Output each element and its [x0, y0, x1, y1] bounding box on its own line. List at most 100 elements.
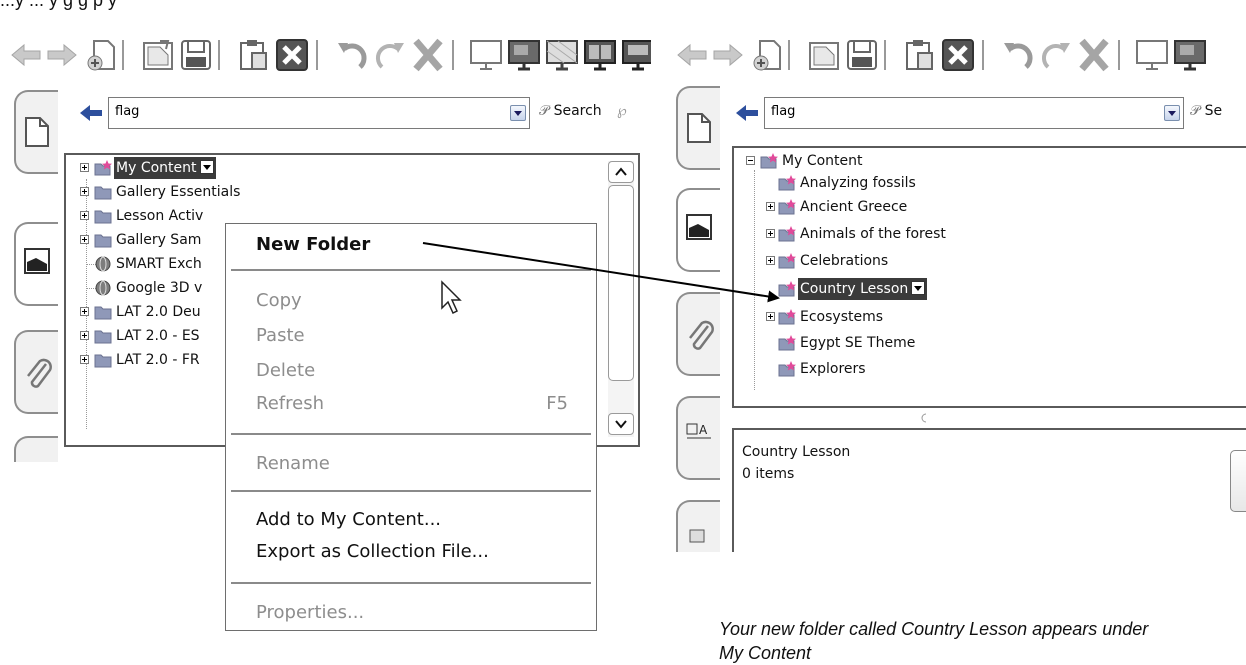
toolbar-separator: [316, 40, 318, 70]
tab-properties[interactable]: A: [676, 396, 720, 480]
expand-icon[interactable]: [80, 355, 89, 364]
right-screenshot: A flag 𝒫 Se My Content Analyzing fossils: [662, 0, 1246, 552]
tab-gallery[interactable]: [676, 188, 720, 272]
back-arrow-icon[interactable]: [2, 36, 41, 72]
tab-gallery[interactable]: [14, 222, 58, 306]
expand-icon[interactable]: [80, 235, 89, 244]
folder-info-title: Country Lesson: [742, 444, 851, 460]
pane-splitter[interactable]: [732, 409, 1246, 427]
redo-icon[interactable]: [366, 36, 404, 72]
menu-item-paste[interactable]: Paste: [256, 325, 305, 346]
close-x-icon[interactable]: [404, 36, 443, 72]
new-page-icon[interactable]: [744, 36, 781, 72]
open-folder-icon[interactable]: [134, 36, 173, 72]
scroll-down-button[interactable]: [608, 413, 634, 435]
open-folder-icon[interactable]: [800, 36, 839, 72]
star-folder-icon: [778, 253, 796, 269]
display-icon[interactable]: [1166, 36, 1206, 72]
menu-item-copy[interactable]: Copy: [256, 290, 302, 311]
tab-page-sorter[interactable]: [676, 86, 720, 170]
scroll-up-button[interactable]: [608, 161, 634, 183]
new-page-icon[interactable]: [78, 36, 115, 72]
expand-icon[interactable]: [766, 256, 775, 265]
tree-node-label: My Content: [114, 157, 216, 179]
screen-shade-icon[interactable]: [462, 36, 502, 72]
expand-icon[interactable]: [80, 187, 89, 196]
search-button[interactable]: 𝒫 Search: [539, 103, 602, 119]
tree-node-label: LAT 2.0 - ES: [116, 328, 200, 344]
display-icon[interactable]: [500, 36, 540, 72]
menu-item-export-collection[interactable]: Export as Collection File...: [256, 541, 489, 562]
tree-node-label: Lesson Activ: [116, 208, 204, 224]
node-dropdown-icon[interactable]: [199, 160, 214, 174]
toolbar-separator: [218, 40, 220, 70]
tree-scrollbar[interactable]: [608, 161, 634, 437]
properties-icon: A: [686, 423, 711, 439]
gallery-icon: [686, 214, 712, 240]
globe-icon: [95, 280, 111, 296]
expand-icon[interactable]: [766, 229, 775, 238]
save-icon[interactable]: [172, 36, 211, 72]
scroll-thumb[interactable]: [608, 185, 634, 381]
tree-node-label: Egypt SE Theme: [800, 335, 916, 351]
collapse-icon[interactable]: [746, 156, 755, 165]
search-input[interactable]: flag: [108, 97, 530, 129]
forward-arrow-icon[interactable]: [704, 36, 743, 72]
undo-icon[interactable]: [328, 36, 367, 72]
screen-shade-icon[interactable]: [1128, 36, 1168, 72]
menu-item-properties[interactable]: Properties...: [256, 602, 364, 623]
folder-icon: [94, 234, 112, 248]
star-folder-icon: [778, 309, 796, 325]
tab-attachments[interactable]: [676, 292, 720, 376]
expand-icon[interactable]: [766, 202, 775, 211]
expand-icon[interactable]: [80, 331, 89, 340]
node-dropdown-icon[interactable]: [911, 281, 926, 295]
close-x-icon[interactable]: [1070, 36, 1109, 72]
undo-icon[interactable]: [994, 36, 1033, 72]
menu-item-refresh[interactable]: Refresh: [256, 393, 324, 414]
search-row: flag 𝒫 Se: [736, 97, 1246, 131]
pin-icon[interactable]: ℘: [617, 103, 627, 119]
menu-item-add-to-my-content[interactable]: Add to My Content...: [256, 509, 441, 530]
search-dropdown-icon[interactable]: [1164, 105, 1180, 121]
tree-node-label: LAT 2.0 - FR: [116, 352, 200, 368]
context-menu: New Folder Copy Paste Delete Refresh F5 …: [225, 223, 597, 631]
menu-item-rename[interactable]: Rename: [256, 453, 330, 474]
caption-line-2: My Content: [719, 643, 812, 663]
menu-item-new-folder[interactable]: New Folder: [256, 234, 370, 255]
folder-icon: [94, 306, 112, 320]
menu-item-delete[interactable]: Delete: [256, 360, 315, 381]
back-arrow-icon[interactable]: [668, 36, 707, 72]
expand-icon[interactable]: [766, 312, 775, 321]
search-back-icon[interactable]: [80, 103, 102, 123]
tree-node-label: SMART Exch: [116, 256, 202, 272]
expand-icon[interactable]: [80, 211, 89, 220]
transparent-display-icon[interactable]: [538, 36, 578, 72]
paste-icon[interactable]: [230, 36, 267, 72]
search-row: flag 𝒫 Search ℘: [80, 97, 651, 131]
expand-icon[interactable]: [80, 163, 89, 172]
tree-node-label: My Content: [782, 153, 863, 169]
search-input-value: flag: [771, 104, 796, 119]
search-button[interactable]: 𝒫 Se: [1190, 103, 1222, 119]
expand-icon[interactable]: [80, 307, 89, 316]
delete-x-icon[interactable]: [268, 36, 308, 72]
search-dropdown-icon[interactable]: [510, 105, 526, 121]
tab-properties[interactable]: A: [14, 436, 58, 462]
tree-node-label: LAT 2.0 Deu: [116, 304, 201, 320]
tab-page-sorter[interactable]: [14, 90, 58, 174]
forward-arrow-icon[interactable]: [38, 36, 77, 72]
redo-icon[interactable]: [1032, 36, 1070, 72]
paste-icon[interactable]: [896, 36, 933, 72]
refresh-shortcut: F5: [546, 393, 568, 414]
save-icon[interactable]: [838, 36, 877, 72]
tab-attachments[interactable]: [14, 330, 58, 414]
delete-x-icon[interactable]: [934, 36, 974, 72]
projector-icon[interactable]: [614, 36, 651, 72]
search-input[interactable]: flag: [764, 97, 1184, 129]
dual-display-icon[interactable]: [576, 36, 616, 72]
tab-addons[interactable]: [676, 500, 720, 552]
paperclip-icon: [27, 358, 52, 388]
toolbar: [662, 18, 1246, 82]
search-back-icon[interactable]: [736, 103, 758, 123]
